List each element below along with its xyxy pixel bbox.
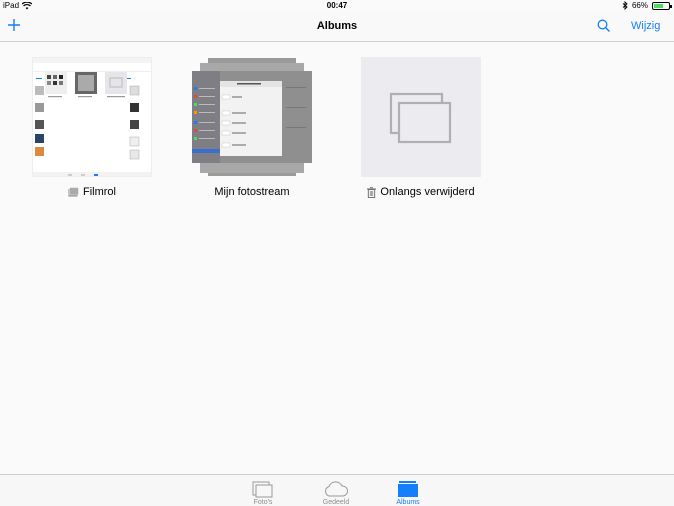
status-right: 66% — [622, 1, 672, 10]
battery-icon — [652, 1, 672, 10]
cloud-icon — [306, 478, 366, 498]
photostream-thumbnail — [192, 58, 312, 176]
album-thumbnail — [192, 57, 312, 177]
status-bar: iPad 00:47 66% — [0, 0, 674, 12]
albums-icon — [378, 478, 438, 498]
album-name: Mijn fotostream — [214, 186, 290, 198]
album-label: Filmrol — [12, 186, 172, 198]
battery-level — [654, 3, 664, 8]
tab-photos[interactable]: Foto's — [233, 478, 293, 506]
trash-icon — [367, 186, 377, 198]
photos-icon — [233, 478, 293, 498]
album-name: Filmrol — [83, 186, 116, 198]
album-recently-deleted[interactable]: Onlangs verwijderd — [361, 57, 481, 198]
empty-album-icon — [389, 92, 452, 144]
album-camera-roll[interactable]: Filmrol — [32, 57, 152, 198]
screenshot-thumbnail — [33, 58, 151, 176]
tab-label: Albums — [396, 499, 420, 506]
tab-bar: Foto's Gedeeld Albums — [0, 474, 674, 506]
page-title: Albums — [316, 20, 358, 32]
search-button[interactable] — [597, 19, 613, 35]
battery-percent: 66% — [631, 1, 648, 10]
search-icon — [597, 19, 610, 32]
camera-roll-icon — [68, 187, 79, 197]
tab-albums[interactable]: Albums — [378, 478, 438, 506]
bluetooth-icon — [622, 1, 628, 10]
album-thumbnail — [361, 57, 481, 177]
tab-label: Gedeeld — [322, 499, 350, 506]
tab-label: Foto's — [253, 499, 273, 506]
tab-shared[interactable]: Gedeeld — [306, 478, 366, 506]
status-time: 00:47 — [326, 1, 348, 10]
album-label: Onlangs verwijderd — [341, 186, 501, 198]
navigation-bar: Albums Wijzig — [0, 12, 674, 42]
album-thumbnail — [32, 57, 152, 177]
album-name: Onlangs verwijderd — [380, 186, 475, 198]
album-my-photostream[interactable]: Mijn fotostream — [192, 57, 312, 198]
album-label: Mijn fotostream — [172, 186, 332, 198]
edit-button[interactable]: Wijzig — [631, 20, 660, 32]
